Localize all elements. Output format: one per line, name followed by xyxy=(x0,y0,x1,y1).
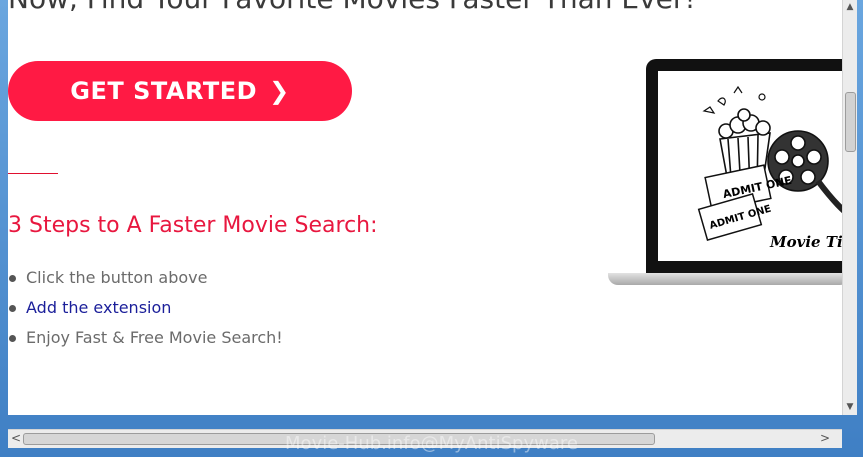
list-item: Click the button above xyxy=(8,264,283,294)
steps-list: Click the button above Add the extension… xyxy=(8,264,283,354)
laptop-illustration: ADMIT ONE ADMIT ONE Movie Time xyxy=(608,59,842,291)
vertical-scroll-thumb[interactable] xyxy=(845,92,856,152)
list-item: Enjoy Fast & Free Movie Search! xyxy=(8,324,283,354)
decorative-doodle-icon xyxy=(702,85,766,114)
divider xyxy=(8,173,58,174)
get-started-button[interactable]: GET STARTED ❯ xyxy=(8,61,352,121)
scroll-right-icon[interactable]: > xyxy=(820,431,830,445)
vertical-scrollbar[interactable]: ▲ ▼ xyxy=(842,0,857,415)
horizontal-scroll-thumb[interactable] xyxy=(23,433,655,445)
steps-title: 3 Steps to A Faster Movie Search: xyxy=(8,213,378,238)
laptop-base xyxy=(608,273,842,285)
scroll-left-icon[interactable]: < xyxy=(11,431,21,445)
scroll-down-icon[interactable]: ▼ xyxy=(843,402,857,412)
page-headline: Now, Find Your Favorite Movies Faster Th… xyxy=(8,0,696,15)
add-extension-link[interactable]: Add the extension xyxy=(26,298,171,317)
browser-viewport: Now, Find Your Favorite Movies Faster Th… xyxy=(8,0,842,415)
get-started-label: GET STARTED xyxy=(70,77,258,105)
movie-time-brand: Movie Time xyxy=(769,233,842,251)
chevron-right-icon: ❯ xyxy=(269,77,290,105)
movie-time-artwork: ADMIT ONE ADMIT ONE Movie Time xyxy=(697,85,842,251)
laptop-bezel: ADMIT ONE ADMIT ONE Movie Time xyxy=(646,59,842,274)
horizontal-scrollbar[interactable]: < > xyxy=(8,429,842,448)
list-item[interactable]: Add the extension xyxy=(8,294,283,324)
laptop-screen: ADMIT ONE ADMIT ONE Movie Time xyxy=(658,71,842,261)
scroll-up-icon[interactable]: ▲ xyxy=(843,2,857,12)
